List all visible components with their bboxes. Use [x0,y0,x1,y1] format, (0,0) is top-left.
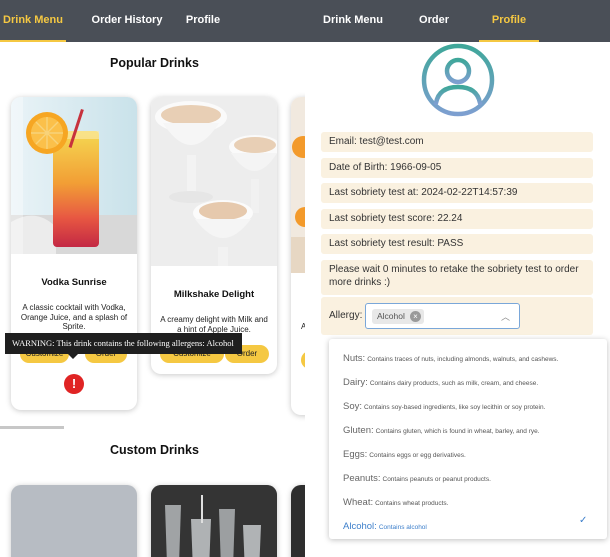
profile-screen: Drink Menu Order History Profile Email: … [305,0,610,557]
last-test-result-field: Last sobriety test result: PASS [321,234,593,254]
tab-drink-menu[interactable]: Drink Menu [0,0,66,42]
option-wheat[interactable]: Wheat: Contains wheat products. [343,492,601,508]
allergy-dropdown: Nuts: Contains traces of nuts, including … [329,339,607,539]
top-nav: Drink Menu Order History Profile [0,0,305,42]
option-name: Soy: [343,401,363,412]
option-name: Dairy: [343,377,368,388]
drink-menu-screen: Drink Menu Order History Profile Popular… [0,0,305,557]
option-name: Nuts: [343,353,366,364]
option-desc: Contains wheat products. [375,500,449,507]
tab-profile[interactable]: Profile [479,0,539,42]
retake-notice: Please wait 0 minutes to retake the sobr… [321,260,593,295]
last-test-score-field: Last sobriety test score: 22.24 [321,209,593,229]
drink-name: Milkshake Delight [173,289,255,300]
drink-card-vodka-sunrise[interactable]: Vodka Sunrise A classic cocktail with Vo… [11,97,137,410]
option-desc: Contains soy-based ingredients, like soy… [364,404,546,411]
option-name: Peanuts: [343,473,381,484]
allergen-warning-tooltip: WARNING: This drink contains the followi… [5,333,242,354]
custom-drink-card[interactable] [151,485,277,557]
option-desc: Contains traces of nuts, including almon… [367,356,559,363]
allergy-selector: Allergy: Alcohol × ︿ [321,297,593,335]
option-desc: Contains dairy products, such as milk, c… [369,380,539,387]
option-desc: Contains alcohol [378,524,427,531]
popular-drinks-title: Popular Drinks [110,56,199,70]
option-name: Wheat: [343,497,374,508]
custom-drink-card[interactable] [11,485,137,557]
drink-name: Vodka Sunrise [41,277,107,288]
option-desc: Contains eggs or egg derivatives. [369,452,466,459]
tab-drink-menu[interactable]: Drink Menu [317,0,389,42]
option-dairy[interactable]: Dairy: Contains dairy products, such as m… [343,372,601,388]
user-circle-icon [420,42,496,118]
option-desc: Contains peanuts or peanut products. [382,476,491,483]
option-nuts[interactable]: Nuts: Contains traces of nuts, including … [343,348,601,364]
allergy-label: Allergy: [329,310,363,321]
drink-description: A creamy delight with Milk and a hint of… [160,315,268,334]
allergy-chip-label: Alcohol [377,311,405,321]
custom-drinks-title: Custom Drinks [110,443,199,457]
tab-order-history[interactable]: Order History [399,0,469,66]
allergy-select[interactable]: Alcohol × ︿ [365,303,520,329]
tooltip-arrow [68,354,78,359]
drink-image [151,97,277,266]
option-name: Alcohol: [343,521,377,532]
tab-profile[interactable]: Profile [178,0,228,42]
option-peanuts[interactable]: Peanuts: Contains peanuts or peanut produ… [343,468,601,484]
drink-image [291,97,305,273]
drink-image [11,97,137,254]
option-name: Gluten: [343,425,374,436]
drink-description: A classic cocktail with Vodka, Orange Ju… [20,303,128,331]
option-eggs[interactable]: Eggs: Contains eggs or egg derivatives. [343,444,601,460]
warning-icon[interactable]: ! [64,374,84,394]
tab-order-history[interactable]: Order History [82,0,172,42]
check-icon: ✓ [579,515,588,526]
option-soy[interactable]: Soy: Contains soy-based ingredients, like… [343,396,601,412]
top-nav: Drink Menu Order History Profile [305,0,610,66]
drink-card-partial[interactable]: A [291,97,305,415]
option-gluten[interactable]: Gluten: Contains gluten, which is found i… [343,420,601,436]
option-name: Eggs: [343,449,368,460]
last-test-at-field: Last sobriety test at: 2024-02-22T14:57:… [321,183,593,203]
custom-drink-card-partial[interactable] [291,485,305,557]
drink-image [151,485,277,557]
chevron-up-icon[interactable]: ︿ [501,310,510,323]
option-desc: Contains gluten, which is found in wheat… [375,428,540,435]
remove-chip-icon[interactable]: × [410,311,421,322]
horizontal-scrollbar[interactable] [0,426,64,429]
allergy-chip: Alcohol × [372,309,424,324]
email-field: Email: test@test.com [321,132,593,152]
option-alcohol[interactable]: Alcohol: Contains alcohol [343,516,601,532]
dob-field: Date of Birth: 1966-09-05 [321,158,593,178]
